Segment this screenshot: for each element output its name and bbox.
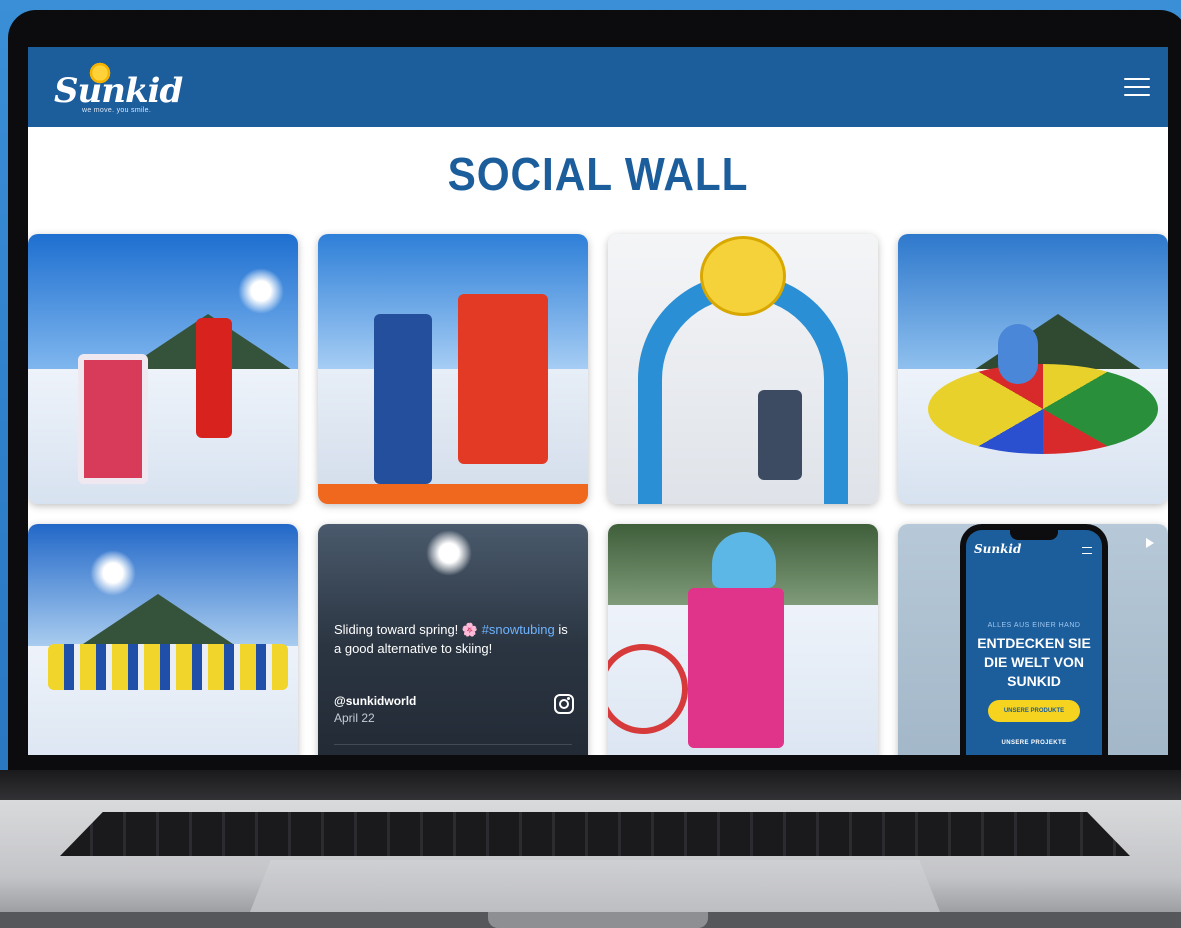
social-post-photo-child-skier[interactable] — [608, 524, 878, 755]
social-post-video-phone[interactable]: Sunkid ALLES AUS EINER HAND ENTDECKEN SI… — [898, 524, 1168, 755]
mascot — [998, 324, 1038, 384]
phone-kicker: ALLES AUS EINER HAND — [987, 622, 1081, 629]
child-skier — [374, 314, 432, 484]
laptop-keyboard — [60, 812, 1130, 856]
post-hashtag-link[interactable]: #snowtubing — [482, 622, 555, 637]
phone-logo: Sunkid — [974, 542, 1022, 556]
post-date: April 22 — [334, 711, 375, 725]
phone-projects-link: UNSERE PROJEKTE — [1001, 740, 1067, 746]
laptop-opening-notch — [488, 912, 708, 928]
sun-flare — [90, 550, 136, 596]
child-helmet — [712, 532, 776, 588]
parachute — [928, 364, 1158, 454]
child-skier — [688, 588, 784, 748]
logo-tagline: we move. you smile. — [82, 107, 152, 114]
post-author-handle[interactable]: @sunkidworld — [334, 694, 416, 708]
phone-mockup: Sunkid ALLES AUS EINER HAND ENTDECKEN SI… — [960, 524, 1108, 755]
sun-flare — [426, 530, 472, 576]
social-post-text[interactable]: Sliding toward spring! 🌸 #snowtubing is … — [318, 524, 588, 755]
laptop-trackpad — [250, 860, 940, 912]
play-icon[interactable] — [1146, 538, 1154, 548]
sun-flare — [238, 268, 284, 314]
page-title: SOCIAL WALL — [447, 148, 749, 200]
phone-menu-icon — [1082, 547, 1092, 554]
post-caption-text: Sliding toward spring! 🌸 — [334, 622, 482, 637]
cow-mascot — [700, 236, 786, 316]
social-post-photo-ski-instructor[interactable] — [28, 234, 298, 504]
child-skier — [758, 390, 802, 480]
social-post-photo-parachute-game[interactable] — [898, 234, 1168, 504]
skier-instructor — [196, 318, 232, 438]
site-header: Sunkid we move. you smile. — [28, 47, 1168, 127]
post-caption: Sliding toward spring! 🌸 #snowtubing is … — [334, 620, 574, 658]
phone-headline: ENTDECKEN SIE DIE WELT VON SUNKID — [977, 635, 1091, 689]
divider — [334, 744, 572, 745]
social-post-photo-cow-arch[interactable] — [608, 234, 878, 504]
social-post-photo-high-five[interactable] — [318, 234, 588, 504]
hamburger-menu-icon[interactable] — [1122, 75, 1152, 99]
children-group — [48, 644, 288, 690]
sunkid-logo[interactable]: Sunkid we move. you smile. — [44, 55, 183, 119]
browser-screen: Sunkid we move. you smile. SOCIAL WALL S… — [28, 47, 1168, 755]
social-post-photo-kids-group[interactable] — [28, 524, 298, 755]
logo-wordmark: Sunkid — [54, 71, 183, 111]
kids-figure-sign — [78, 354, 148, 484]
instagram-icon[interactable] — [554, 694, 574, 714]
phone-products-button: UNSERE PRODUKTE — [988, 700, 1080, 722]
ski-instructor — [458, 294, 548, 464]
